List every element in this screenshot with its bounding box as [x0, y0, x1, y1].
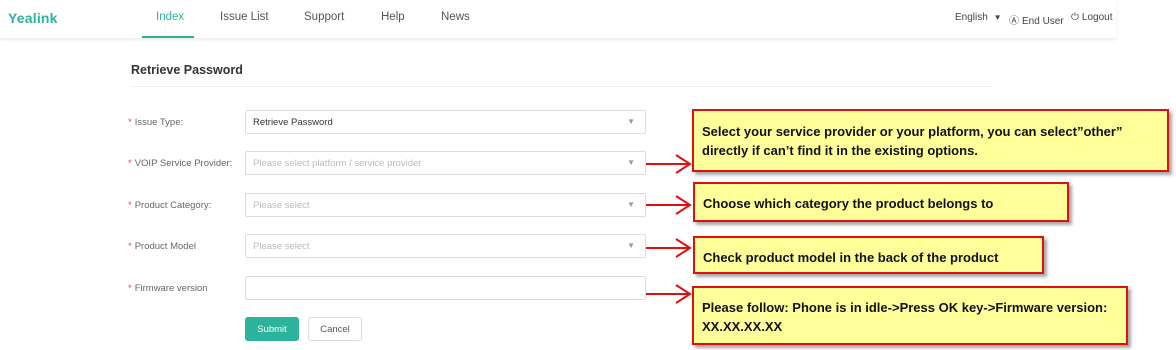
- annotation-firmware-version: Please follow: Phone is in idle->Press O…: [692, 286, 1128, 345]
- annotation-voip-provider: Select your service provider or your pla…: [692, 109, 1169, 172]
- red-arrow-icon: [646, 195, 692, 215]
- annotation-product-category: Choose which category the product belong…: [693, 182, 1069, 222]
- red-arrow-icon: [646, 154, 692, 174]
- red-arrow-icon: [646, 238, 692, 258]
- red-arrow-icon: [646, 284, 692, 304]
- annotation-product-model: Check product model in the back of the p…: [693, 236, 1044, 274]
